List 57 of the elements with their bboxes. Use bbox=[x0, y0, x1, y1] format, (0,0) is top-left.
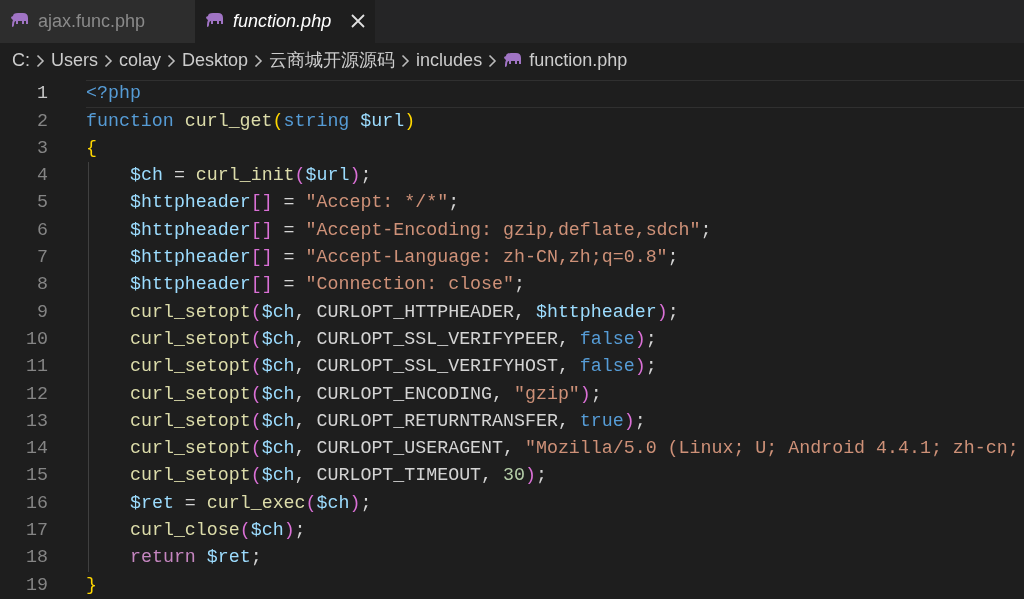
code-line: curl_setopt($ch, CURLOPT_SSL_VERIFYPEER, false); bbox=[130, 327, 657, 351]
line-number: 15 bbox=[25, 464, 48, 488]
code-line: } bbox=[86, 573, 97, 597]
code-line: curl_setopt($ch, CURLOPT_ENCODING, "gzip"); bbox=[130, 382, 602, 406]
line-number: 14 bbox=[25, 437, 48, 461]
line-number: 18 bbox=[25, 546, 48, 570]
code-line: <?php bbox=[86, 82, 141, 106]
line-number: 19 bbox=[25, 573, 48, 597]
elephant-icon bbox=[205, 13, 226, 30]
chevron-right-icon bbox=[254, 53, 264, 68]
close-icon[interactable] bbox=[351, 14, 366, 29]
chevron-right-icon bbox=[488, 53, 498, 68]
chevron-right-icon bbox=[167, 53, 177, 68]
chevron-right-icon bbox=[36, 53, 45, 68]
line-number: 6 bbox=[36, 218, 48, 242]
line-number: 2 bbox=[36, 109, 48, 133]
breadcrumb-folder[interactable]: colay bbox=[119, 47, 162, 75]
breadcrumb-file[interactable]: function.php bbox=[529, 47, 628, 75]
code-line: curl_setopt($ch, CURLOPT_HTTPHEADER, $httpheader); bbox=[130, 300, 679, 324]
elephant-icon bbox=[503, 52, 524, 69]
code-line: return $ret; bbox=[130, 546, 262, 570]
code-line: $httpheader[] = "Accept: */*"; bbox=[130, 191, 460, 215]
line-number: 17 bbox=[25, 519, 48, 543]
line-number: 1 bbox=[36, 82, 48, 106]
code-line: curl_setopt($ch, CURLOPT_USERAGENT, "Mozilla/5.0 (Linux; U; Android 4.4.1; zh-cn; bbox=[130, 437, 1019, 461]
line-number: 5 bbox=[36, 191, 48, 215]
code-line: curl_setopt($ch, CURLOPT_RETURNTRANSFER, true); bbox=[130, 409, 646, 433]
breadcrumb-folder[interactable]: Desktop bbox=[182, 47, 249, 75]
code-line: curl_setopt($ch, CURLOPT_SSL_VERIFYHOST, false); bbox=[130, 355, 657, 379]
line-number: 12 bbox=[25, 382, 48, 406]
elephant-icon bbox=[10, 13, 30, 30]
code-line: $ret = curl_exec($ch); bbox=[130, 491, 372, 515]
chevron-right-icon bbox=[401, 53, 411, 68]
breadcrumb-folder[interactable]: Users bbox=[51, 47, 98, 75]
editor-tab[interactable]: function.php bbox=[195, 0, 376, 43]
code-line: $httpheader[] = "Connection: close"; bbox=[130, 273, 525, 297]
line-number: 4 bbox=[36, 164, 48, 188]
line-number: 9 bbox=[36, 300, 48, 324]
code-line: { bbox=[86, 136, 97, 160]
line-number: 3 bbox=[36, 136, 48, 160]
line-number: 11 bbox=[25, 355, 48, 379]
line-number: 7 bbox=[36, 246, 48, 270]
chevron-right-icon bbox=[104, 53, 113, 68]
code-line: function curl_get(string $url) bbox=[86, 109, 416, 133]
breadcrumb-folder[interactable]: includes bbox=[416, 47, 483, 75]
line-number: 13 bbox=[25, 409, 48, 433]
editor-tab[interactable]: ajax.func.php bbox=[0, 0, 196, 43]
breadcrumb-folder[interactable]: 云商城开源源码 bbox=[269, 47, 396, 75]
code-line: curl_close($ch); bbox=[130, 519, 306, 543]
code-line: $httpheader[] = "Accept-Encoding: gzip,deflate,sdch"; bbox=[130, 218, 712, 242]
line-number: 10 bbox=[25, 327, 48, 351]
code-line: curl_setopt($ch, CURLOPT_TIMEOUT, 30); bbox=[130, 464, 547, 488]
code-line: $httpheader[] = "Accept-Language: zh-CN,zh;q=0.8"; bbox=[130, 246, 679, 270]
line-number: 16 bbox=[25, 491, 48, 515]
line-number: 8 bbox=[36, 273, 48, 297]
code-line: $ch = curl_init($url); bbox=[130, 164, 372, 188]
breadcrumb-folder[interactable]: C: bbox=[12, 47, 30, 75]
